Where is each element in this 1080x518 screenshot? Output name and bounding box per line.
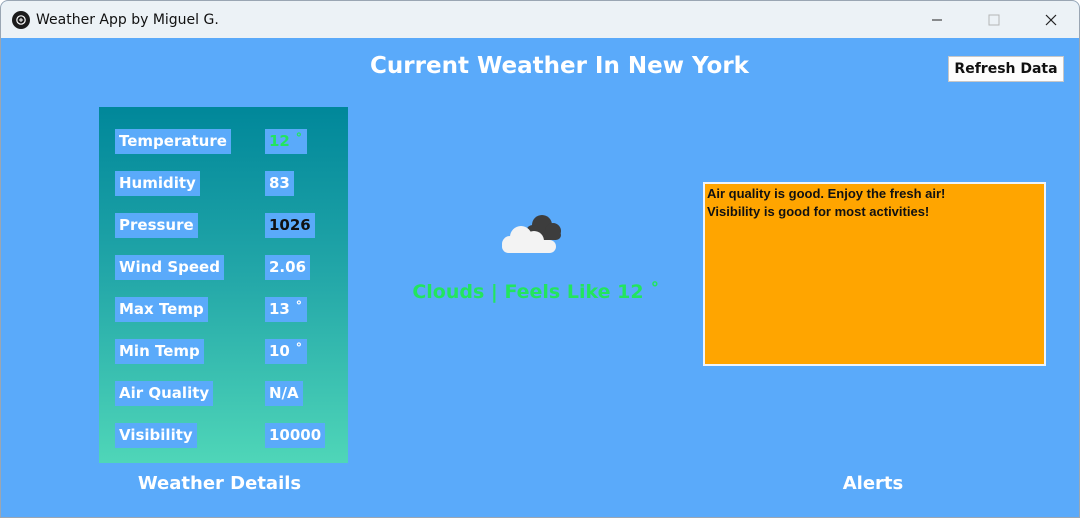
detail-value-pressure: 1026 (265, 213, 315, 238)
detail-label-max-temp: Max Temp (115, 297, 208, 322)
app-icon (12, 10, 30, 29)
title-bar[interactable]: Weather App by Miguel G. (1, 1, 1079, 38)
detail-value-min-temp: 10 ˚ (265, 339, 307, 364)
page-title: Current Weather In New York (370, 53, 749, 79)
detail-label-air-quality: Air Quality (115, 381, 214, 406)
detail-label-humidity: Humidity (115, 171, 200, 196)
detail-value-visibility: 10000 (265, 423, 326, 448)
weather-details-title: Weather Details (137, 473, 302, 494)
detail-label-min-temp: Min Temp (115, 339, 204, 364)
minimize-icon (931, 19, 942, 20)
detail-label-visibility: Visibility (115, 423, 197, 448)
detail-value-air-quality: N/A (265, 381, 303, 406)
window-controls (908, 1, 1079, 38)
maximize-button[interactable] (965, 1, 1022, 38)
alerts-text-area[interactable]: Air quality is good. Enjoy the fresh air… (703, 182, 1046, 366)
alert-line: Air quality is good. Enjoy the fresh air… (707, 186, 946, 201)
detail-value-temperature: 12 ˚ (265, 129, 307, 154)
main-content: Current Weather In New York Refresh Data… (1, 39, 1079, 517)
detail-value-wind-speed: 2.06 (265, 255, 311, 280)
detail-value-max-temp: 13 ˚ (265, 297, 307, 322)
close-icon (1045, 14, 1056, 25)
refresh-data-button[interactable]: Refresh Data (948, 56, 1064, 82)
alert-line: Visibility is good for most activities! (707, 204, 930, 219)
detail-label-wind-speed: Wind Speed (115, 255, 224, 280)
detail-label-pressure: Pressure (115, 213, 198, 238)
window-title: Weather App by Miguel G. (36, 11, 219, 28)
detail-value-humidity: 83 (265, 171, 294, 196)
app-window: Weather App by Miguel G. Current Weather… (0, 0, 1080, 518)
alerts-title: Alerts (842, 473, 904, 494)
minimize-button[interactable] (908, 1, 965, 38)
weather-details-panel: Temperature 12 ˚ Humidity 83 Pressure 10… (99, 107, 348, 463)
cloud-icon (498, 210, 568, 256)
detail-label-temperature: Temperature (115, 129, 231, 154)
close-button[interactable] (1022, 1, 1079, 38)
maximize-icon (988, 14, 999, 25)
weather-condition-text: Clouds | Feels Like 12 ˚ (412, 281, 660, 303)
